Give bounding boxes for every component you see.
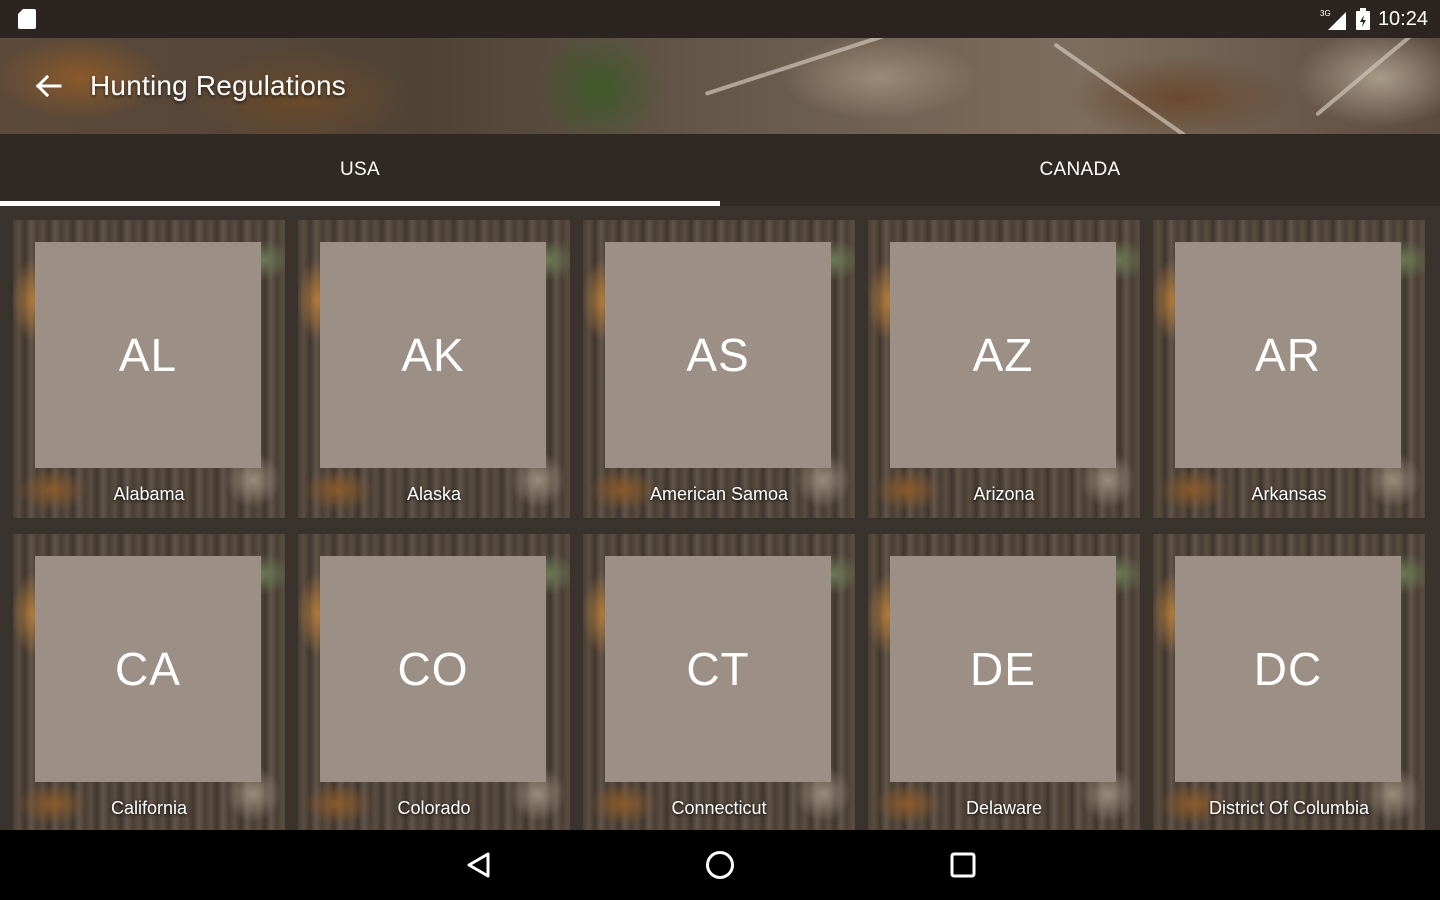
home-circle-icon	[706, 851, 734, 879]
state-card-ak[interactable]: AK Alaska	[298, 220, 570, 518]
camo-branch	[1315, 38, 1425, 117]
tab-usa[interactable]: USA	[0, 134, 720, 206]
state-name: Connecticut	[671, 798, 767, 818]
recents-square-icon	[950, 852, 976, 878]
state-name: American Samoa	[649, 484, 789, 504]
state-grid: AL Alabama AK Alaska AS American Samoa A…	[0, 206, 1440, 832]
state-name: District Of Columbia	[1208, 798, 1370, 818]
state-name: Colorado	[397, 798, 471, 818]
state-abbr-tile: AS	[605, 242, 831, 468]
state-name: Alabama	[113, 484, 185, 504]
state-name: California	[110, 798, 188, 818]
nav-home-button[interactable]	[702, 847, 738, 883]
camo-branch	[1053, 42, 1187, 134]
state-abbr-tile: CT	[605, 556, 831, 782]
network-label: 3G	[1320, 9, 1331, 18]
state-abbr-tile: CA	[35, 556, 261, 782]
state-name: Alaska	[406, 484, 462, 504]
arrow-left-icon	[35, 74, 62, 98]
state-abbr-tile: DE	[890, 556, 1116, 782]
sd-card-icon	[18, 9, 36, 29]
back-button[interactable]	[28, 68, 68, 104]
state-card-as[interactable]: AS American Samoa	[583, 220, 855, 518]
app-title: Hunting Regulations	[90, 70, 346, 101]
clock: 10:24	[1377, 7, 1428, 30]
state-abbr-tile: AR	[1175, 242, 1401, 468]
app-bar: Hunting Regulations	[0, 38, 1440, 134]
state-abbr-tile: AZ	[890, 242, 1116, 468]
state-card-ca[interactable]: CA California	[13, 534, 285, 832]
signal-icon: 3G	[1320, 9, 1346, 30]
state-name: Arizona	[973, 484, 1035, 504]
back-triangle-icon	[467, 852, 490, 878]
tab-bar: USA CANADA	[0, 134, 1440, 206]
nav-back-button[interactable]	[460, 847, 496, 883]
state-card-al[interactable]: AL Alabama	[13, 220, 285, 518]
state-abbr-tile: AL	[35, 242, 261, 468]
state-abbr-tile: DC	[1175, 556, 1401, 782]
state-card-ct[interactable]: CT Connecticut	[583, 534, 855, 832]
state-card-dc[interactable]: DC District Of Columbia	[1153, 534, 1425, 832]
status-bar: 3G 10:24	[0, 0, 1440, 38]
state-name: Arkansas	[1251, 484, 1327, 504]
state-name: Delaware	[965, 798, 1043, 818]
tab-label: USA	[340, 159, 380, 180]
nav-recents-button[interactable]	[945, 847, 981, 883]
battery-icon	[1355, 8, 1370, 30]
status-right: 3G 10:24	[1320, 6, 1428, 32]
camo-branch	[704, 38, 916, 96]
state-abbr-tile: CO	[320, 556, 546, 782]
state-abbr-tile: AK	[320, 242, 546, 468]
navigation-bar	[0, 830, 1440, 900]
tab-canada[interactable]: CANADA	[720, 134, 1440, 206]
state-card-de[interactable]: DE Delaware	[868, 534, 1140, 832]
tab-label: CANADA	[1039, 159, 1121, 180]
state-card-ar[interactable]: AR Arkansas	[1153, 220, 1425, 518]
state-card-co[interactable]: CO Colorado	[298, 534, 570, 832]
state-card-az[interactable]: AZ Arizona	[868, 220, 1140, 518]
